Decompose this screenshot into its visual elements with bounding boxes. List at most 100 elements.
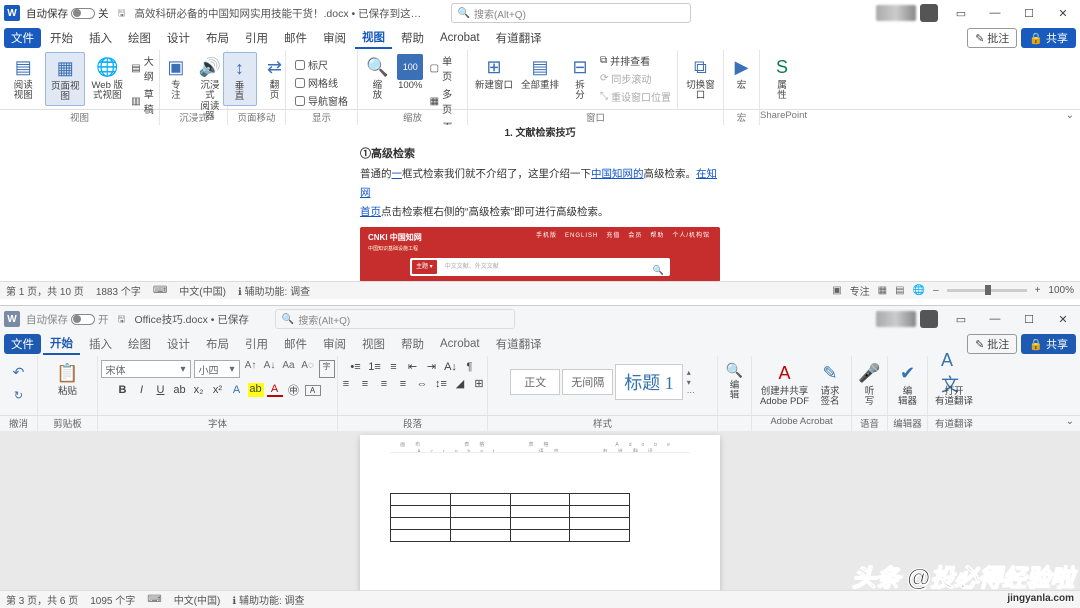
collapse-ribbon-icon[interactable]: ⌄ — [1066, 416, 1074, 427]
align-justify-button[interactable]: ≡ — [395, 378, 411, 390]
reset-position-button[interactable]: ⤡ 重设窗口位置 — [598, 88, 673, 105]
zoom-in-icon[interactable]: + — [1035, 285, 1041, 296]
align-left-button[interactable]: ≡ — [338, 378, 354, 390]
menu-review[interactable]: 审阅 — [316, 334, 353, 354]
zoom-out-icon[interactable]: – — [933, 285, 939, 296]
ribbon-mode-button[interactable]: ▭ — [944, 307, 978, 331]
menu-youdao[interactable]: 有道翻译 — [489, 334, 549, 354]
change-case-icon[interactable]: Aa — [281, 360, 297, 378]
menu-layout[interactable]: 布局 — [199, 334, 236, 354]
maximize-button[interactable]: ☐ — [1012, 1, 1046, 25]
menu-file[interactable]: 文件 — [4, 334, 41, 354]
editor-button[interactable]: ✔编辑器 — [892, 358, 924, 410]
autosave-toggle[interactable]: 自动保存 关 — [26, 6, 109, 21]
keyboard-icon[interactable]: ⌨ — [153, 285, 167, 296]
doc-link-1[interactable]: 一 — [392, 168, 403, 180]
superscript-button[interactable]: x² — [210, 384, 226, 396]
request-signature-button[interactable]: ✎请求签名 — [814, 358, 846, 410]
menu-references[interactable]: 引用 — [238, 334, 275, 354]
indent-right-button[interactable]: ⇥ — [424, 360, 440, 373]
style-heading1[interactable]: 标题 1 — [615, 364, 683, 400]
menu-insert[interactable]: 插入 — [82, 334, 119, 354]
grow-font-icon[interactable]: A↑ — [243, 360, 259, 378]
autosave-toggle[interactable]: 自动保存 开 — [26, 312, 109, 327]
menu-acrobat[interactable]: Acrobat — [433, 336, 487, 352]
font-name-dropdown[interactable]: 宋体▾ — [101, 360, 191, 378]
zoom-slider[interactable] — [947, 289, 1027, 292]
arrange-all-button[interactable]: ▤全部重排 — [518, 52, 562, 93]
status-page[interactable]: 第 1 页，共 10 页 — [6, 283, 84, 298]
search-box-2[interactable]: 🔍 搜索(Alt+Q) — [275, 309, 515, 329]
comments-button[interactable]: ✎ 批注 — [967, 334, 1017, 354]
redo-icon[interactable]: ↻ — [9, 385, 29, 405]
style-expand-icon[interactable]: ⋯ — [687, 388, 695, 397]
menu-design[interactable]: 设计 — [160, 28, 197, 48]
search-box[interactable]: 🔍 搜索(Alt+Q) — [451, 3, 691, 23]
status-words[interactable]: 1883 个字 — [96, 283, 141, 298]
document-area-1[interactable]: 1. 文献检索技巧 ①高级检索 普通的一框式检索我们就不介绍了，这里介绍一下中国… — [0, 125, 1080, 300]
menu-design[interactable]: 设计 — [160, 334, 197, 354]
menu-help[interactable]: 帮助 — [394, 28, 431, 48]
ribbon-mode-button[interactable]: ▭ — [944, 1, 978, 25]
status-accessibility[interactable]: ℹ 辅助功能: 调查 — [238, 283, 310, 298]
account-avatar[interactable] — [920, 4, 938, 22]
keyboard-icon[interactable]: ⌨ — [147, 594, 161, 605]
menu-home[interactable]: 开始 — [43, 333, 80, 355]
ruler-checkbox[interactable]: 标尺 — [293, 56, 350, 73]
show-marks-button[interactable]: ¶ — [462, 361, 478, 373]
editing-dropdown[interactable]: 🔍编辑 — [720, 358, 750, 404]
web-layout-icon[interactable]: 🌐 — [913, 285, 925, 296]
save-icon[interactable]: 🖫 — [115, 6, 129, 20]
save-icon[interactable]: 🖫 — [115, 312, 129, 326]
new-window-button[interactable]: ⊞新建窗口 — [472, 52, 516, 93]
underline-button[interactable]: U — [153, 384, 169, 396]
shading-button[interactable]: ◢ — [452, 377, 468, 390]
menu-home[interactable]: 开始 — [43, 28, 80, 48]
web-layout-button[interactable]: 🌐Web 版式视图 — [87, 52, 127, 104]
text-effects-button[interactable]: A — [229, 384, 245, 396]
menu-draw[interactable]: 绘图 — [121, 28, 158, 48]
share-button[interactable]: 🔒 共享 — [1021, 334, 1076, 354]
char-border-button[interactable]: A — [305, 385, 321, 396]
clear-format-icon[interactable]: A◌ — [300, 360, 316, 378]
side-by-side-button[interactable]: ⧉ 并排查看 — [598, 52, 673, 69]
read-mode-icon[interactable]: ▤ — [895, 285, 904, 296]
print-layout-button[interactable]: ▦页面视图 — [45, 52, 85, 106]
font-size-dropdown[interactable]: 小四▾ — [194, 360, 240, 378]
sync-scroll-button[interactable]: ⟳ 同步滚动 — [598, 70, 673, 87]
status-words-2[interactable]: 1095 个字 — [90, 592, 135, 607]
minimize-button[interactable]: — — [978, 1, 1012, 25]
account-avatar[interactable] — [920, 310, 938, 328]
bullets-button[interactable]: •≡ — [348, 361, 364, 373]
print-layout-icon[interactable]: ▦ — [878, 285, 887, 296]
status-language-2[interactable]: 中文(中国) — [174, 592, 221, 607]
read-mode-button[interactable]: ▤阅读视图 — [3, 52, 43, 104]
style-no-spacing[interactable]: 无间隔 — [562, 369, 613, 395]
subscript-button[interactable]: x₂ — [191, 384, 207, 396]
comments-button[interactable]: ✎ 批注 — [967, 28, 1017, 48]
strikethrough-button[interactable]: ab — [172, 384, 188, 396]
menu-insert[interactable]: 插入 — [82, 28, 119, 48]
paste-button[interactable]: 📋粘贴 — [52, 358, 84, 399]
zoom-100-button[interactable]: 100100% — [395, 52, 426, 93]
sort-button[interactable]: A↓ — [443, 361, 459, 373]
share-button[interactable]: 🔒 共享 — [1021, 28, 1076, 48]
menu-mail[interactable]: 邮件 — [277, 334, 314, 354]
distribute-button[interactable]: ⇔ — [414, 378, 430, 390]
bold-button[interactable]: B — [115, 384, 131, 396]
menu-help[interactable]: 帮助 — [394, 334, 431, 354]
menu-youdao[interactable]: 有道翻译 — [489, 28, 549, 48]
style-normal[interactable]: 正文 — [510, 369, 560, 395]
enclose-char-button[interactable]: ㊥ — [286, 382, 302, 398]
close-button[interactable]: ✕ — [1046, 1, 1080, 25]
nav-pane-checkbox[interactable]: 导航窗格 — [293, 92, 350, 109]
ruler[interactable]: 画布 表格 表格 Adobe Acrobat 语音 有道翻译 — [390, 441, 690, 453]
highlight-button[interactable]: ab — [248, 383, 264, 397]
focus-button[interactable]: ▣专注 — [161, 52, 192, 104]
shrink-font-icon[interactable]: A↓ — [262, 360, 278, 378]
undo-icon[interactable]: ↶ — [9, 362, 29, 382]
gridlines-checkbox[interactable]: 网格线 — [293, 74, 350, 91]
menu-file[interactable]: 文件 — [4, 28, 41, 48]
style-down-icon[interactable]: ▾ — [687, 378, 695, 387]
menu-acrobat[interactable]: Acrobat — [433, 30, 487, 46]
